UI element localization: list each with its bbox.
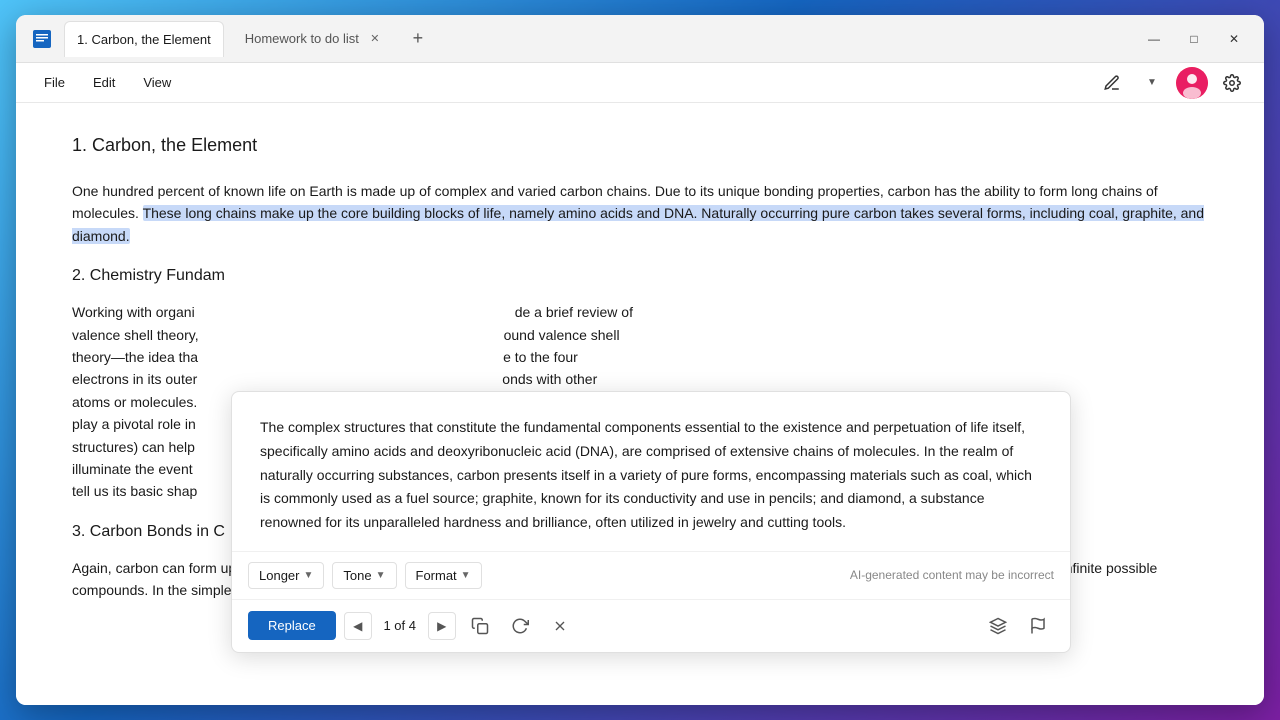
ai-toolbar: Longer ▼ Tone ▼ Format ▼ AI-generated co… (232, 552, 1070, 600)
stack-icon[interactable] (982, 610, 1014, 642)
tab-add-button[interactable]: + (404, 25, 432, 53)
format-label: Format (416, 568, 457, 583)
popup-close-button[interactable] (544, 610, 576, 642)
para1-highlight: These long chains make up the core build… (72, 205, 1204, 243)
replace-button[interactable]: Replace (248, 611, 336, 640)
app-icon (28, 25, 56, 53)
pen-dropdown-button[interactable]: ▼ (1136, 67, 1168, 99)
page-indicator: 1 of 4 (380, 618, 420, 633)
minimize-button[interactable]: — (1136, 25, 1172, 53)
next-button[interactable]: ▶ (428, 612, 456, 640)
ai-popup: The complex structures that constitute t… (231, 391, 1071, 653)
ai-content: The complex structures that constitute t… (232, 392, 1070, 552)
menu-edit[interactable]: Edit (81, 71, 127, 94)
toolbar-right: ▼ (1096, 67, 1248, 99)
avatar[interactable] (1176, 67, 1208, 99)
longer-dropdown[interactable]: Longer ▼ (248, 562, 324, 589)
prev-button[interactable]: ◀ (344, 612, 372, 640)
content-area[interactable]: 1. Carbon, the Element One hundred perce… (16, 103, 1264, 705)
tab-current-doc[interactable]: 1. Carbon, the Element (64, 21, 224, 57)
tab-current-label: 1. Carbon, the Element (77, 32, 211, 47)
copy-button[interactable] (464, 610, 496, 642)
menu-bar: File Edit View ▼ (16, 63, 1264, 103)
electrons-text: electrons in its outer (72, 371, 197, 387)
tab-homework[interactable]: Homework to do list ✕ (232, 21, 396, 57)
longer-label: Longer (259, 568, 299, 583)
paragraph-1: One hundred percent of known life on Ear… (72, 180, 1208, 247)
ai-disclaimer: AI-generated content may be incorrect (850, 568, 1054, 582)
format-dropdown[interactable]: Format ▼ (405, 562, 482, 589)
window-controls: — □ ✕ (1136, 25, 1252, 53)
tab-close-icon[interactable]: ✕ (367, 31, 383, 47)
settings-button[interactable] (1216, 67, 1248, 99)
pivotal-text: play a pivotal role in (72, 416, 196, 432)
title-bar: 1. Carbon, the Element Homework to do li… (16, 15, 1264, 63)
longer-chevron-icon: ▼ (303, 570, 313, 581)
tab-homework-label: Homework to do list (245, 31, 359, 46)
refresh-button[interactable] (504, 610, 536, 642)
format-chevron-icon: ▼ (461, 570, 471, 581)
tone-label: Tone (343, 568, 371, 583)
flag-icon[interactable] (1022, 610, 1054, 642)
maximize-button[interactable]: □ (1176, 25, 1212, 53)
ai-text: The complex structures that constitute t… (260, 419, 1032, 530)
app-window: 1. Carbon, the Element Homework to do li… (16, 15, 1264, 705)
close-button[interactable]: ✕ (1216, 25, 1252, 53)
menu-view[interactable]: View (131, 71, 183, 94)
section-2-heading: 2. Chemistry Fundam (72, 267, 1208, 285)
tone-dropdown[interactable]: Tone ▼ (332, 562, 396, 589)
doc-title: 1. Carbon, the Element (72, 135, 1208, 156)
ai-actions: Replace ◀ 1 of 4 ▶ (232, 600, 1070, 652)
menu-file[interactable]: File (32, 71, 77, 94)
pen-tool-button[interactable] (1096, 67, 1128, 99)
tone-chevron-icon: ▼ (376, 570, 386, 581)
